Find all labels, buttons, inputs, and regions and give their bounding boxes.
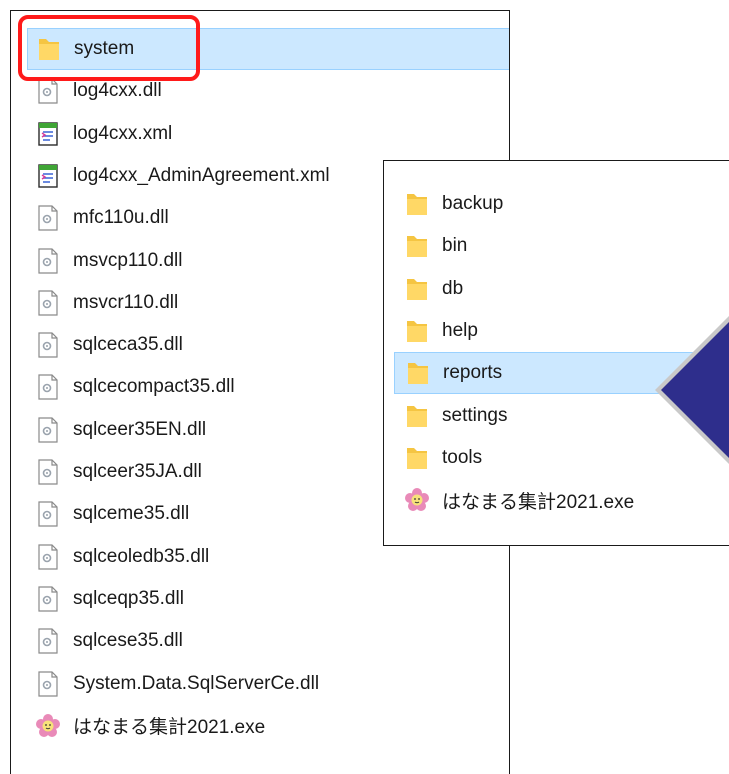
file-name-label: sqlceoledb35.dll: [73, 545, 210, 567]
file-row[interactable]: bin: [394, 225, 729, 267]
dll-file-icon: [35, 247, 61, 275]
xml-file-icon: [35, 162, 61, 190]
file-name-label: はなまる集計2021.exe: [442, 491, 635, 513]
file-row[interactable]: backup: [394, 183, 729, 225]
file-name-label: reports: [443, 362, 503, 384]
file-name-label: msvcp110.dll: [73, 249, 183, 271]
file-row[interactable]: sqlcese35.dll: [27, 620, 509, 662]
file-name-label: log4cxx.xml: [73, 122, 173, 144]
flower-app-icon: [404, 486, 430, 514]
file-name-label: sqlceer35JA.dll: [73, 461, 202, 482]
file-name-label: settings: [442, 404, 508, 426]
file-name-label: mfc110u.dll: [73, 207, 169, 229]
pointer-arrow: [655, 316, 729, 464]
file-name-label: sqlcecompact35.dll: [73, 376, 235, 398]
file-row[interactable]: System.Data.SqlServerCe.dll: [27, 663, 509, 705]
folder-icon: [404, 444, 430, 472]
file-name-label: log4cxx_AdminAgreement.xml: [73, 164, 330, 186]
flower-app-icon: [35, 712, 61, 740]
file-name-label: tools: [442, 446, 483, 468]
folder-icon: [404, 190, 430, 218]
file-name-label: sqlceme35.dll: [73, 503, 190, 525]
dll-file-icon: [35, 77, 61, 105]
file-name-label: msvcr110.dll: [73, 291, 179, 313]
dll-file-icon: [35, 500, 61, 528]
file-name-label: sqlceqp35.dll: [73, 587, 184, 609]
system-folder-highlight: [18, 15, 200, 81]
dll-file-icon: [35, 331, 61, 359]
file-name-label: bin: [442, 235, 468, 257]
file-name-label: db: [442, 277, 464, 299]
dll-file-icon: [35, 458, 61, 486]
folder-icon: [404, 275, 430, 303]
file-row[interactable]: db: [394, 268, 729, 310]
dll-file-icon: [35, 543, 61, 571]
folder-icon: [404, 402, 430, 430]
file-row[interactable]: log4cxx.xml: [27, 113, 509, 155]
file-name-label: はなまる集計2021.exe: [73, 717, 266, 739]
dll-file-icon: [35, 627, 61, 655]
file-name-label: System.Data.SqlServerCe.dll: [73, 672, 320, 694]
file-row[interactable]: はなまる集計2021.exe: [394, 479, 729, 521]
file-name-label: backup: [442, 193, 504, 214]
dll-file-icon: [35, 204, 61, 232]
dll-file-icon: [35, 416, 61, 444]
xml-file-icon: [35, 120, 61, 148]
file-name-label: sqlceca35.dll: [73, 334, 183, 356]
file-name-label: sqlceer35EN.dll: [73, 418, 207, 440]
folder-icon: [404, 232, 430, 260]
dll-file-icon: [35, 373, 61, 401]
file-name-label: help: [442, 319, 478, 341]
dll-file-icon: [35, 585, 61, 613]
file-name-label: log4cxx.dll: [73, 80, 162, 102]
dll-file-icon: [35, 289, 61, 317]
folder-icon: [405, 359, 431, 387]
dll-file-icon: [35, 670, 61, 698]
file-row[interactable]: sqlceqp35.dll: [27, 578, 509, 620]
folder-icon: [404, 317, 430, 345]
file-row[interactable]: はなまる集計2021.exe: [27, 705, 509, 747]
file-name-label: sqlcese35.dll: [73, 630, 183, 652]
